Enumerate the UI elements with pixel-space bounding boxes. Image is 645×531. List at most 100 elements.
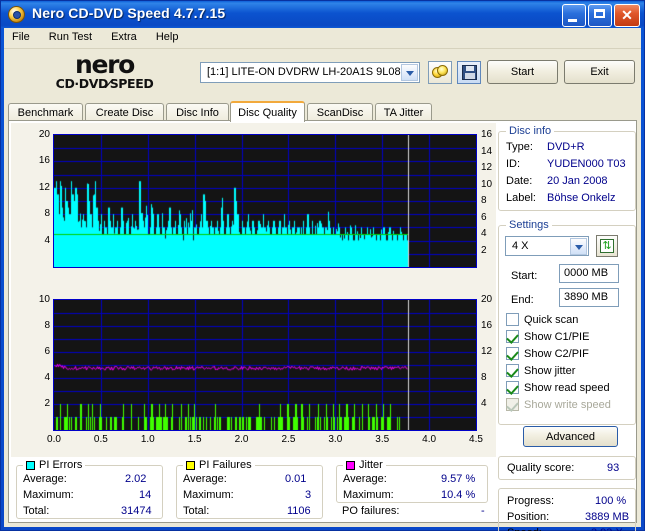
pi-errors-maximum-value: 14 <box>139 489 152 501</box>
show-c1-pie-checkbox[interactable] <box>506 330 519 343</box>
tab-disc-quality[interactable]: Disc Quality <box>230 101 305 122</box>
logo-speed-text: SPEED <box>109 76 154 91</box>
settings-legend: Settings <box>506 219 552 231</box>
toolbar: nero CD·DVD⁄SPEED [1:1] LITE-ON DVDRW LH… <box>4 50 641 98</box>
graphs-container: 4 8 12 16 20 2 4 6 8 10 12 14 16 2 4 6 8 10 4 8 12 16 20 0.… <box>11 123 496 457</box>
tab-disc-info[interactable]: Disc Info <box>166 103 229 121</box>
stats-container: PI Errors Average: 2.02 Maximum: 14 Tota… <box>11 459 496 521</box>
menu-extra[interactable]: Extra <box>103 28 145 46</box>
nero-cd-dvd-speed-window: Nero CD-DVD Speed 4.7.7.15 ✕ File Run Te… <box>0 0 645 531</box>
disc-info-button[interactable] <box>428 61 452 84</box>
show-c2-pif-label: Show C2/PIF <box>524 348 589 360</box>
disc-info-legend: Disc info <box>506 125 555 137</box>
minimize-button[interactable] <box>562 4 586 27</box>
axis-tick-label: 2 <box>44 398 50 409</box>
progress-value: 100 % <box>595 495 627 507</box>
pi-failures-jitter-graph: 2 4 6 8 10 4 8 12 16 20 0.0 0.5 1.0 1.5 2.0 2.5 3.0 3.5… <box>11 291 496 457</box>
axis-tick-label: 14 <box>481 145 493 157</box>
jitter-maximum-value: 10.4 % <box>441 489 476 501</box>
show-write-speed-checkbox <box>506 398 519 411</box>
axis-tick-label: 0.5 <box>93 434 108 445</box>
pi-errors-stats-group: PI Errors Average: 2.02 Maximum: 14 Tota… <box>16 459 163 519</box>
window-buttons: ✕ <box>562 4 640 27</box>
pi-errors-maximum-label: Maximum: <box>23 489 74 501</box>
pi-errors-legend-label: PI Errors <box>39 459 83 471</box>
axis-tick-label: 3.5 <box>375 434 390 445</box>
pi-failures-plot-area <box>53 299 477 431</box>
nero-logo: nero CD·DVD⁄SPEED <box>22 52 187 96</box>
show-c1-pie-label: Show C1/PIE <box>524 331 590 343</box>
close-button[interactable]: ✕ <box>614 4 640 27</box>
axis-tick-label: 4.0 <box>422 434 437 445</box>
quality-score-group: Quality score: 93 <box>498 456 636 480</box>
jitter-legend-label: Jitter <box>359 459 383 471</box>
show-c2-pif-checkbox[interactable] <box>506 347 519 360</box>
menu-file[interactable]: File <box>4 28 38 46</box>
position-value: 3889 MB <box>585 511 630 523</box>
axis-tick-label: 20 <box>481 294 493 305</box>
progress-group: Progress: 100 % Position: 3889 MB Speed:… <box>498 488 636 531</box>
client-area: File Run Test Extra Help nero CD·DVD⁄SPE… <box>4 28 641 531</box>
tab-scandisc[interactable]: ScanDisc <box>307 103 373 121</box>
axis-tick-label: 8 <box>481 195 487 206</box>
quality-score-value: 93 <box>607 462 620 474</box>
tab-bar: Benchmark Create Disc Disc Info Disc Qua… <box>8 101 637 122</box>
end-label: End: <box>511 294 534 306</box>
axis-tick-label: 12 <box>38 181 50 193</box>
show-read-speed-checkbox[interactable] <box>506 381 519 394</box>
jitter-color-swatch <box>346 460 355 470</box>
title-bar: Nero CD-DVD Speed 4.7.7.15 ✕ <box>1 1 644 28</box>
jitter-legend: Jitter <box>343 459 386 471</box>
pi-errors-plot-area <box>53 134 477 268</box>
refresh-icon: ⇅ <box>600 239 614 253</box>
exit-button[interactable]: Exit <box>564 60 635 84</box>
start-button[interactable]: Start <box>487 60 558 84</box>
advanced-button[interactable]: Advanced <box>523 426 618 447</box>
pi-errors-color-swatch <box>26 460 35 470</box>
jitter-stats-group: Jitter Average: 9.57 % Maximum: 10.4 % <box>336 459 488 503</box>
pi-failures-total-value: 1106 <box>287 505 311 517</box>
menu-bar: File Run Test Extra Help <box>4 28 641 48</box>
tab-ta-jitter[interactable]: TA Jitter <box>375 103 432 121</box>
end-input[interactable]: 3890 MB <box>559 288 619 307</box>
quality-score-label: Quality score: <box>507 462 575 474</box>
pi-failures-legend-label: PI Failures <box>199 459 252 471</box>
discs-icon <box>432 65 448 80</box>
axis-tick-label: 4 <box>44 234 50 246</box>
show-jitter-label: Show jitter <box>524 365 576 377</box>
axis-tick-label: 2.0 <box>234 434 249 445</box>
quick-scan-checkbox[interactable] <box>506 313 519 326</box>
pi-failures-canvas <box>54 300 476 430</box>
menu-run-test[interactable]: Run Test <box>41 28 100 46</box>
disc-id-value: YUDEN000 T03 <box>547 158 626 170</box>
chevron-down-icon[interactable] <box>570 238 587 255</box>
start-input[interactable]: 0000 MB <box>559 264 619 283</box>
speed-select[interactable]: 4 X <box>505 236 589 256</box>
jitter-average-label: Average: <box>343 473 387 485</box>
refresh-button[interactable]: ⇅ <box>596 235 618 257</box>
pi-failures-maximum-label: Maximum: <box>183 489 234 501</box>
axis-tick-label: 4 <box>481 228 487 239</box>
tab-benchmark[interactable]: Benchmark <box>8 103 83 121</box>
axis-tick-label: 6 <box>44 346 50 357</box>
disc-label-value: Böhse Onkelz <box>547 192 616 204</box>
pi-errors-total-value: 31474 <box>121 505 152 517</box>
save-button[interactable] <box>457 61 481 84</box>
axis-tick-label: 8 <box>44 320 50 331</box>
tab-create-disc[interactable]: Create Disc <box>85 103 164 121</box>
window-title: Nero CD-DVD Speed 4.7.7.15 <box>32 5 226 21</box>
pi-failures-average-value: 0.01 <box>285 473 307 485</box>
axis-tick-label: 4 <box>44 372 50 383</box>
speed-value: 3.93 X <box>591 527 623 531</box>
disc-type-label: Type: <box>506 141 533 153</box>
show-jitter-checkbox[interactable] <box>506 364 519 377</box>
disc-id-label: ID: <box>506 158 521 170</box>
start-label: Start: <box>511 270 538 282</box>
maximize-button[interactable] <box>588 4 612 27</box>
menu-help[interactable]: Help <box>148 28 187 46</box>
chevron-down-icon[interactable] <box>401 64 418 81</box>
axis-tick-label: 1.5 <box>187 434 202 445</box>
drive-select[interactable]: [1:1] LITE-ON DVDRW LH-20A1S 9L08 <box>200 62 420 83</box>
pi-errors-canvas <box>54 135 476 267</box>
axis-tick-label: 2.5 <box>281 434 296 445</box>
